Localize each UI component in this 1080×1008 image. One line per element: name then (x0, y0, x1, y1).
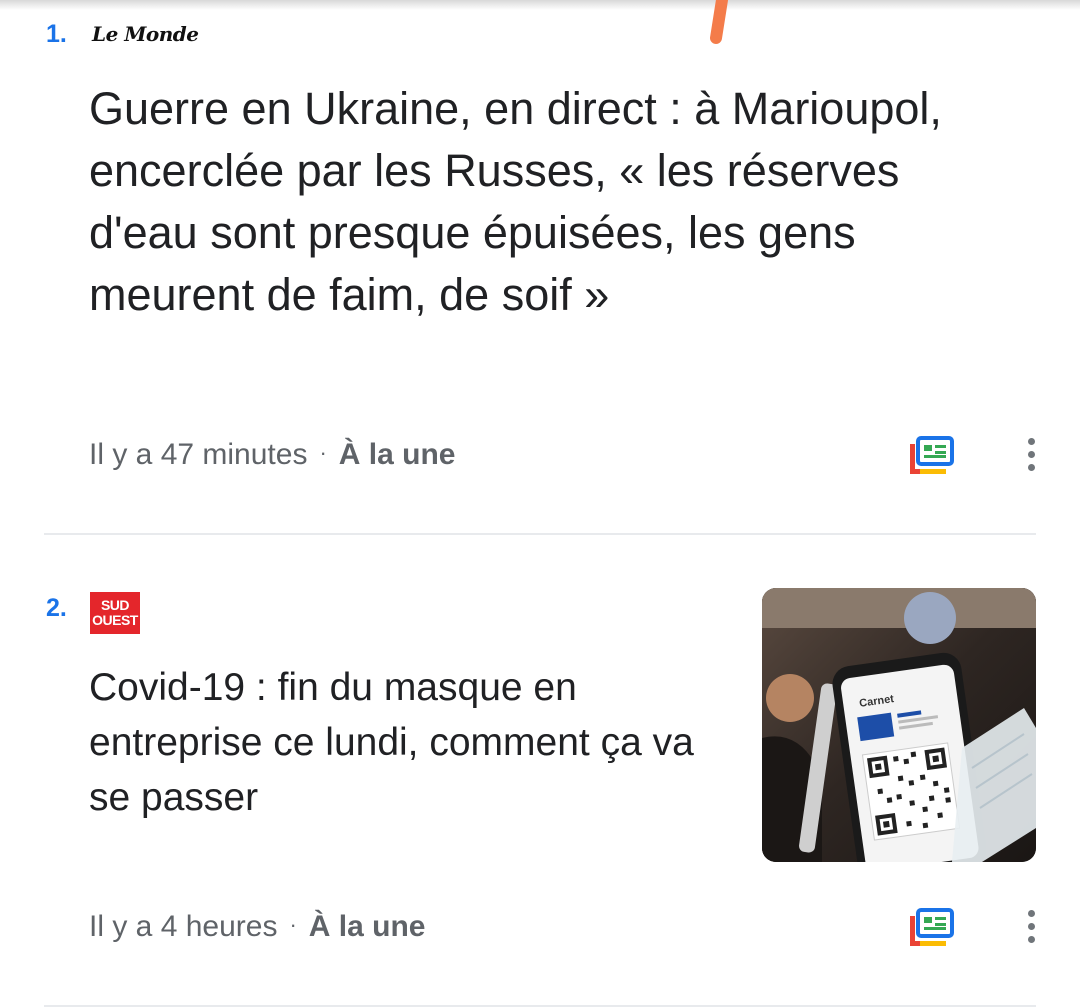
article-section: À la une (308, 910, 426, 943)
article-headline[interactable]: Covid-19 : fin du masque en entreprise c… (89, 660, 729, 825)
article-card-1[interactable]: 1. Le Monde Guerre en Ukraine, en direct… (0, 0, 1080, 535)
article-meta: Il y a 4 heures · À la une (89, 910, 425, 944)
article-time: Il y a 47 minutes (89, 438, 308, 471)
source-logo-line: OUEST (92, 612, 138, 628)
more-vert-icon[interactable] (1020, 438, 1042, 474)
article-headline[interactable]: Guerre en Ukraine, en direct : à Marioup… (89, 78, 1019, 326)
more-vert-icon[interactable] (1020, 910, 1042, 946)
rank-number: 1. (46, 20, 67, 48)
article-section: À la une (338, 438, 456, 471)
article-time: Il y a 4 heures (89, 910, 278, 943)
source-logo-line: SUD (100, 597, 130, 613)
rank-number: 2. (46, 594, 67, 622)
article-meta: Il y a 47 minutes · À la une (89, 438, 455, 472)
divider (44, 533, 1036, 535)
full-coverage-icon[interactable] (908, 908, 956, 948)
meta-separator: · (289, 912, 297, 937)
thumbnail-image: Carnet (762, 588, 1036, 862)
meta-separator: · (319, 440, 327, 465)
source-logo-sud-ouest: SUD OUEST (90, 592, 140, 634)
source-logo-le-monde: Le Monde (92, 22, 199, 46)
full-coverage-icon[interactable] (908, 436, 956, 476)
article-card-2[interactable]: 2. SUD OUEST Covid-19 : fin du masque en… (0, 536, 1080, 1008)
article-thumbnail[interactable]: Carnet (762, 588, 1036, 862)
divider (44, 1005, 1036, 1007)
